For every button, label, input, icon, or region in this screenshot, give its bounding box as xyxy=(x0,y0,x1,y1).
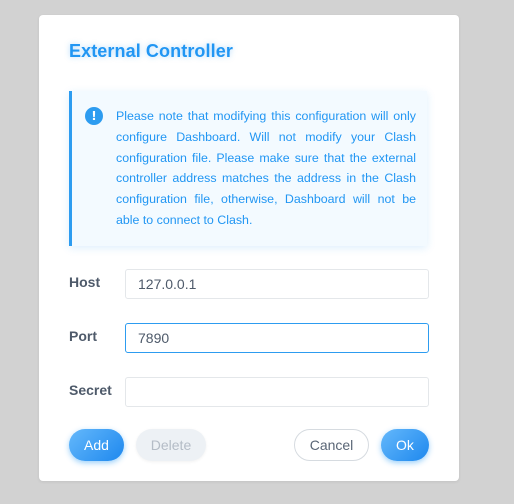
port-input[interactable] xyxy=(125,323,429,353)
ok-button[interactable]: Ok xyxy=(381,429,429,461)
add-button[interactable]: Add xyxy=(69,429,124,461)
dialog-title: External Controller xyxy=(69,41,233,61)
delete-button[interactable]: Delete xyxy=(136,429,206,461)
secret-input[interactable] xyxy=(125,377,429,407)
port-label: Port xyxy=(69,328,97,344)
info-icon: ! xyxy=(85,107,103,125)
external-controller-dialog: External Controller ! Please note that m… xyxy=(39,15,459,481)
host-label: Host xyxy=(69,274,101,290)
notice-alert: ! Please note that modifying this config… xyxy=(69,91,427,246)
secret-label: Secret xyxy=(69,382,112,398)
host-input[interactable] xyxy=(125,269,429,299)
cancel-button[interactable]: Cancel xyxy=(294,429,369,461)
notice-text: Please note that modifying this configur… xyxy=(116,109,416,227)
